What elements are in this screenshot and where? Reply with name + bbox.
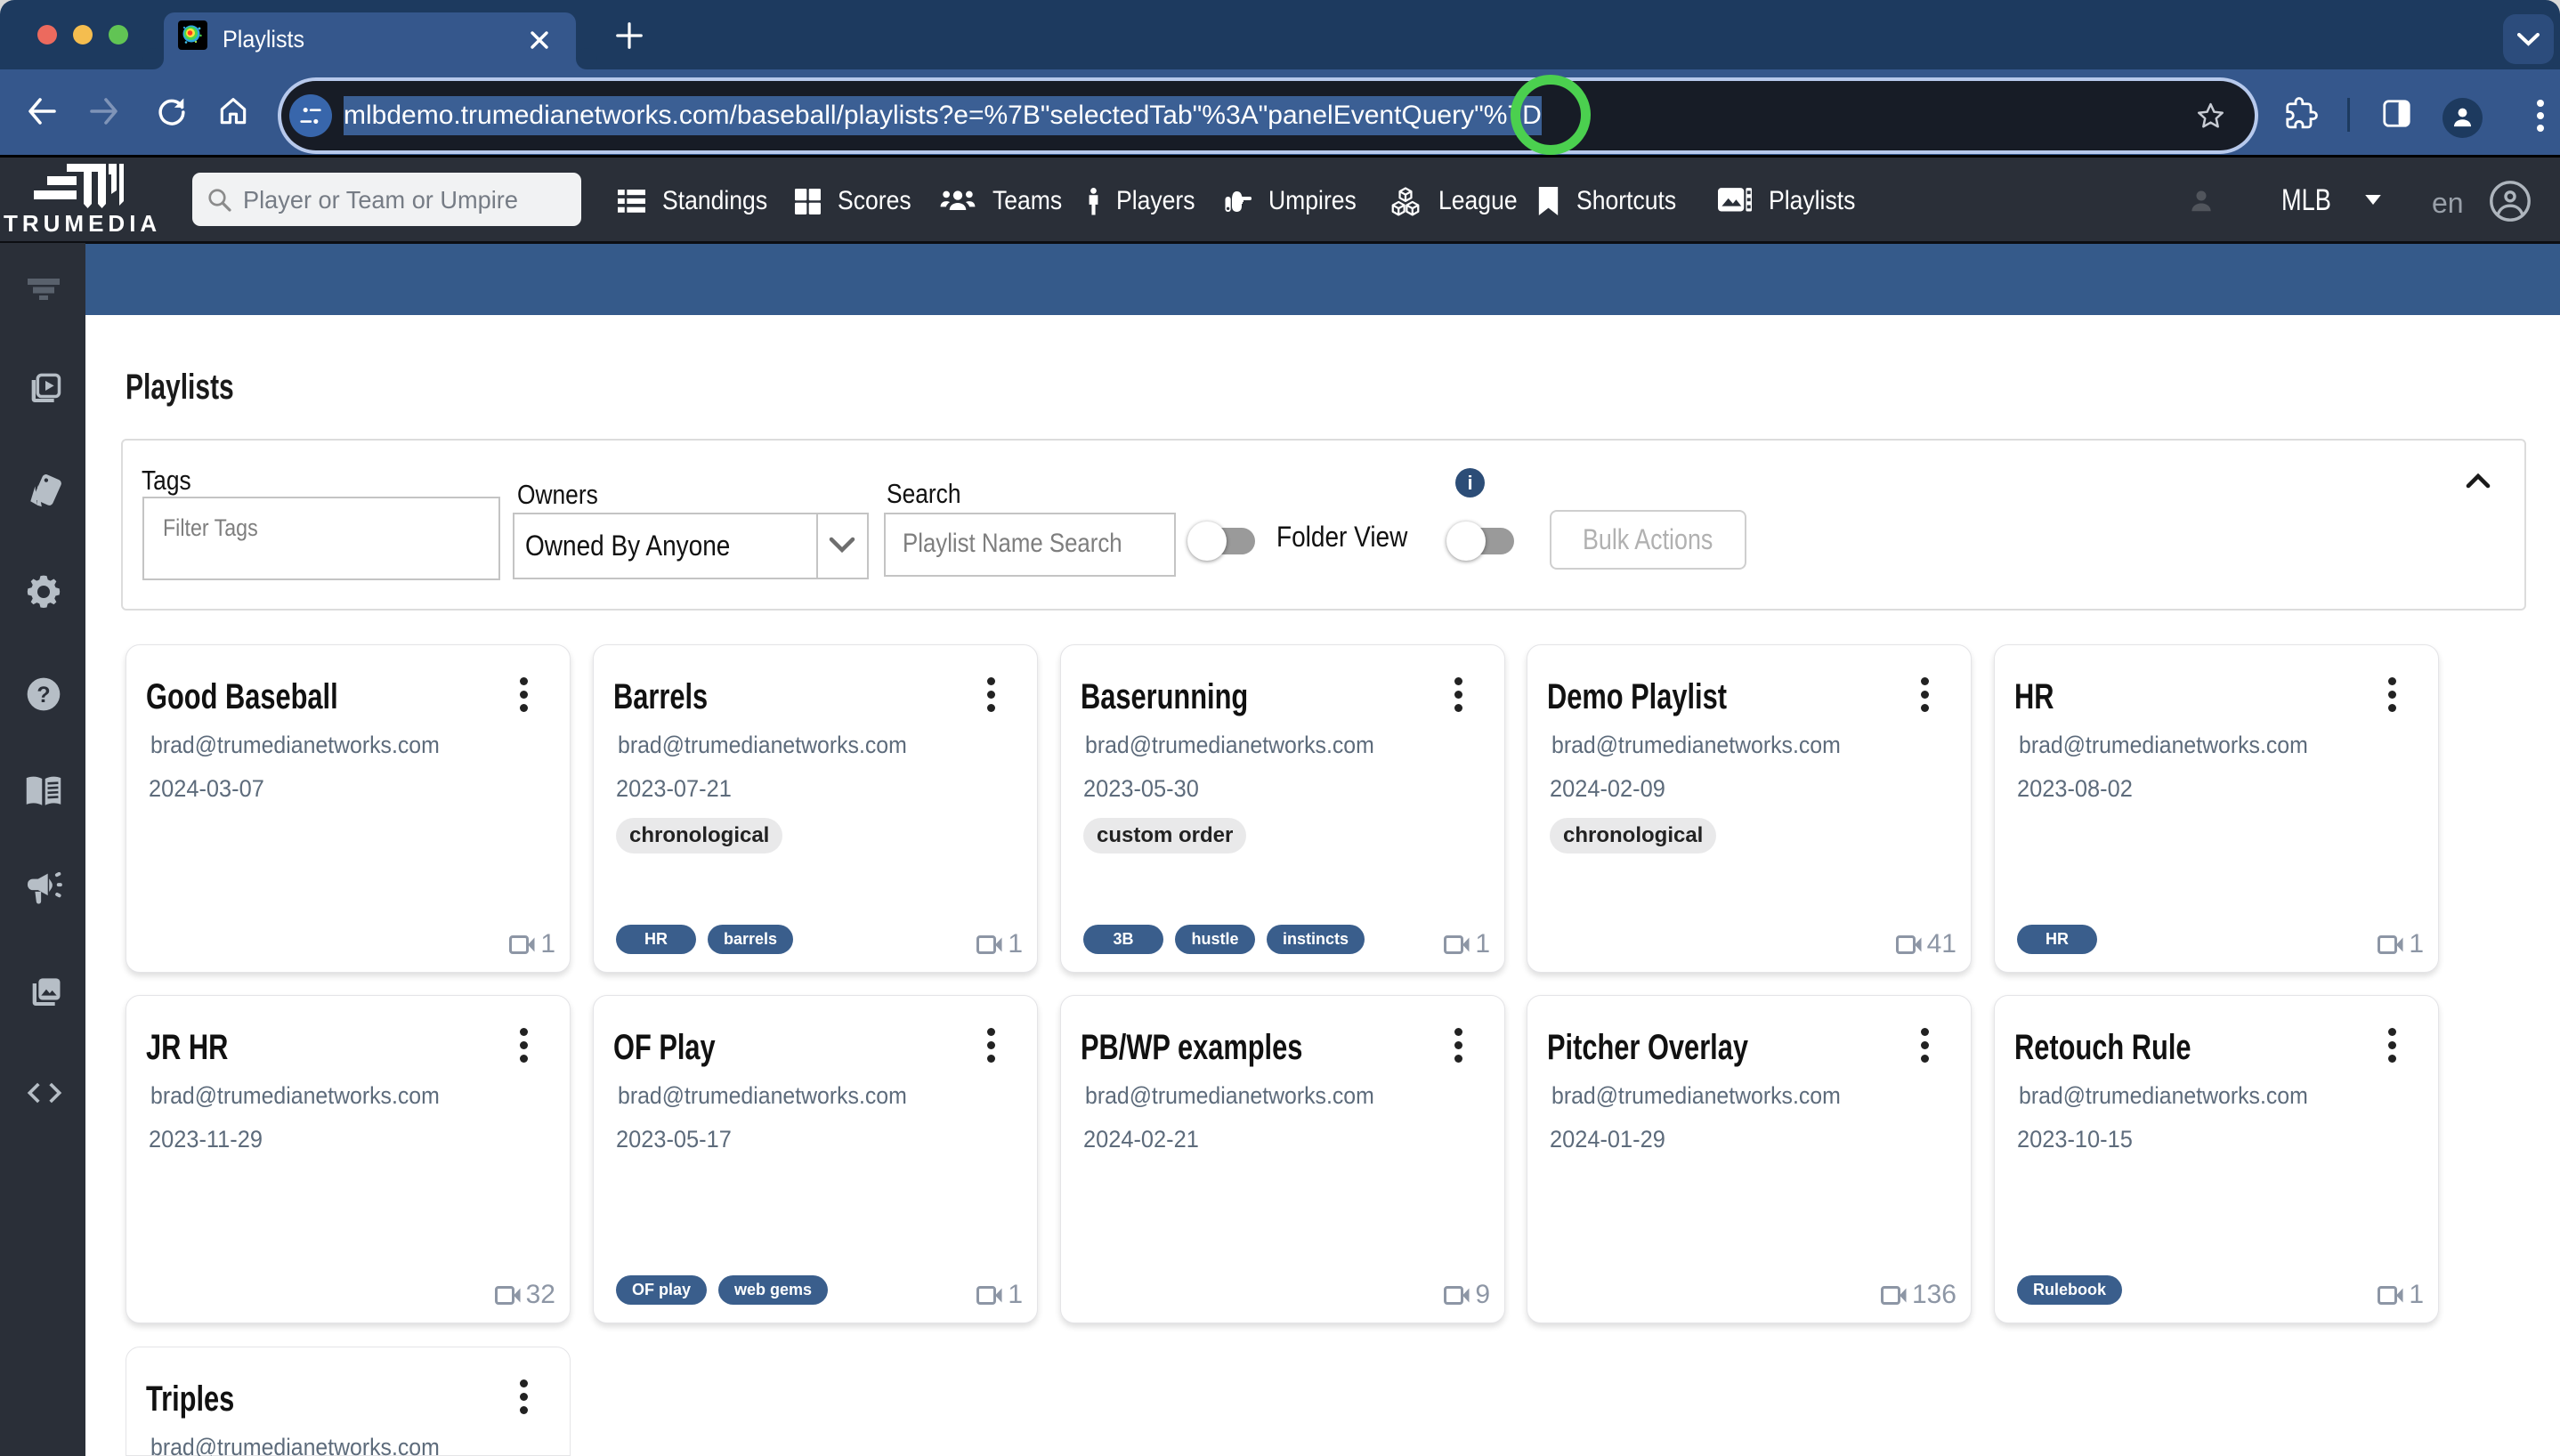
svg-text:?: ? (36, 683, 50, 708)
